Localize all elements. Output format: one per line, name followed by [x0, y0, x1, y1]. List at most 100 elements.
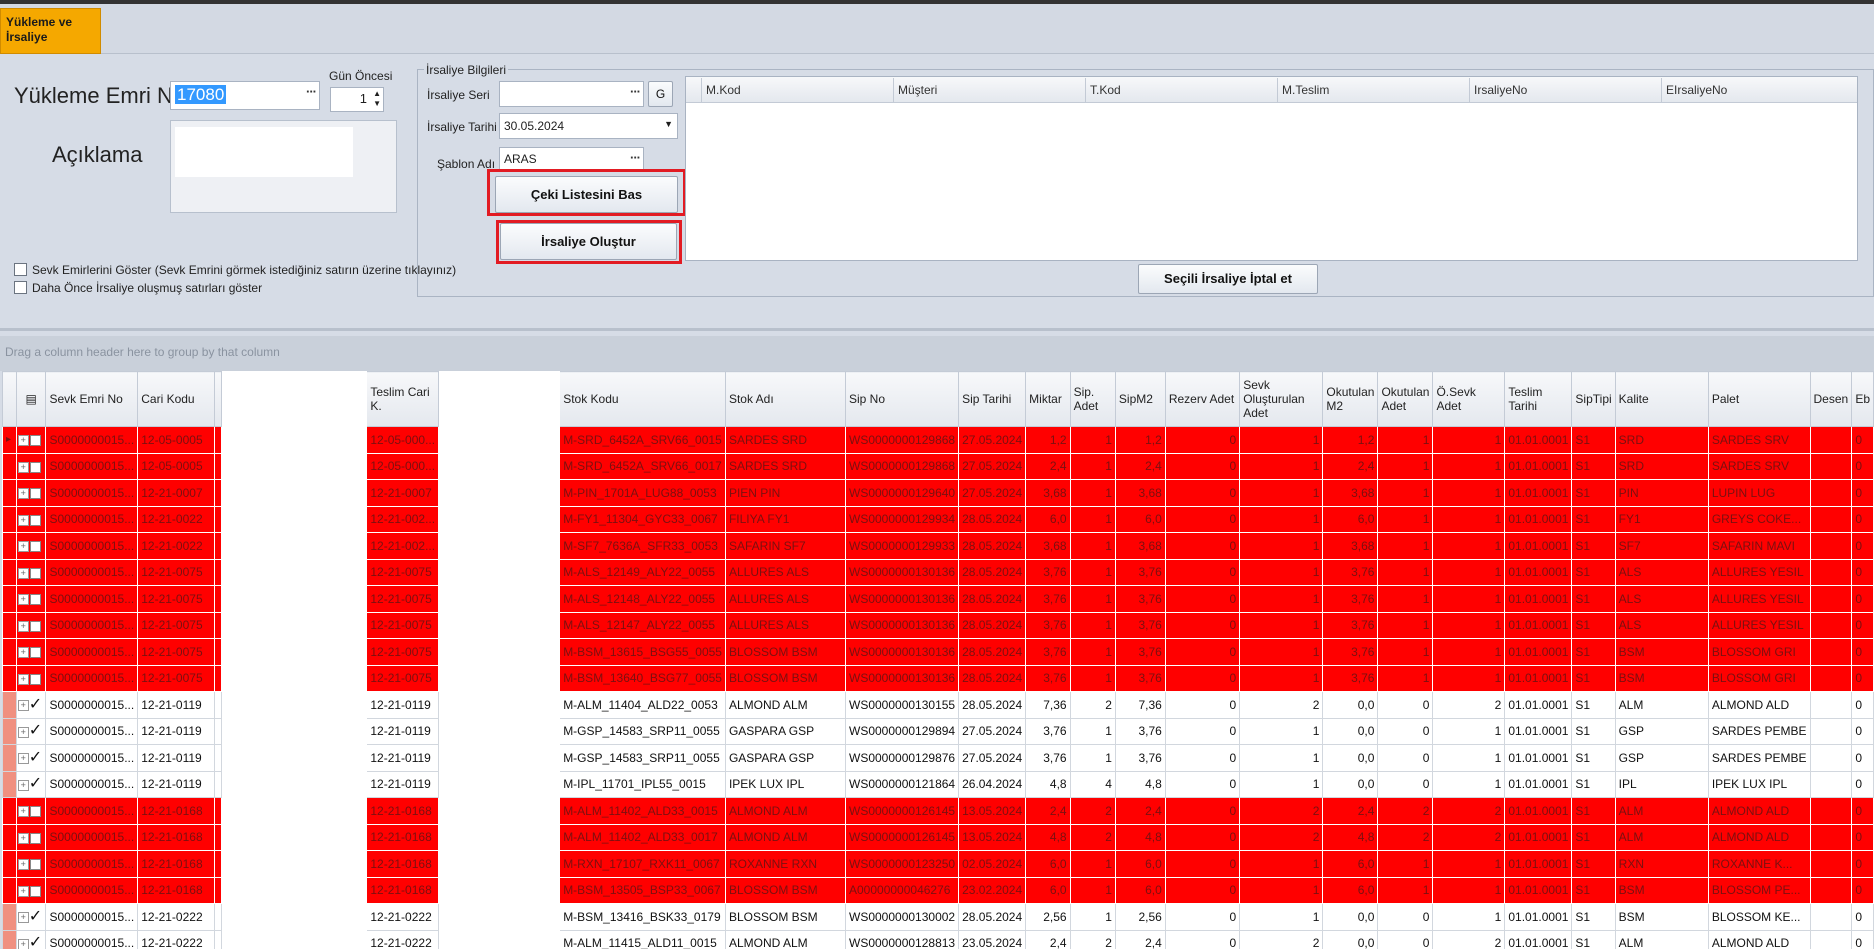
- table-row[interactable]: + ✓ S0000000015... 12-21-0222 12-21-0222 M-AL…: [2, 929, 1874, 949]
- col-okutulan-m2[interactable]: Okutulan M2: [1322, 371, 1379, 427]
- expand-icon[interactable]: +: [17, 647, 29, 659]
- row-checkbox[interactable]: [29, 832, 41, 844]
- expand-icon[interactable]: +: [17, 514, 29, 526]
- expand-icon[interactable]: +: [17, 700, 29, 712]
- row-indicator[interactable]: [2, 797, 17, 825]
- invoice-col-mteslim[interactable]: M.Teslim: [1277, 78, 1454, 102]
- checkmark-icon[interactable]: ✓: [29, 775, 42, 792]
- row-indicator[interactable]: [2, 558, 17, 586]
- col-cari-kodu[interactable]: Cari Kodu: [137, 371, 216, 427]
- row-checkbox[interactable]: [29, 647, 41, 659]
- row-checkbox[interactable]: [29, 620, 41, 632]
- cancel-invoice-button[interactable]: Seçili İrsaliye İptal et: [1138, 264, 1318, 294]
- row-checkbox[interactable]: [29, 435, 41, 447]
- dropdown-arrow-icon[interactable]: ▼: [664, 119, 673, 129]
- expand-icon[interactable]: +: [17, 753, 29, 765]
- row-indicator[interactable]: [2, 452, 17, 480]
- row-select-cell[interactable]: +: [15, 850, 47, 878]
- row-select-cell[interactable]: + ✓: [15, 770, 47, 798]
- row-indicator[interactable]: [2, 638, 17, 666]
- show-dispatch-checkbox[interactable]: [14, 263, 27, 276]
- col-eb[interactable]: Eb: [1851, 371, 1874, 427]
- table-row[interactable]: ▸ + S0000000015... 12-05-0005 12-05-000... M-…: [2, 426, 1874, 454]
- col-sip-no[interactable]: Sip No: [844, 371, 960, 427]
- row-checkbox[interactable]: [29, 514, 41, 526]
- row-indicator[interactable]: [2, 876, 17, 904]
- expand-icon[interactable]: +: [17, 435, 29, 447]
- table-row[interactable]: + S0000000015... 12-21-0075 12-21-0075 M-BSM…: [2, 638, 1874, 666]
- row-select-cell[interactable]: + ✓: [15, 903, 47, 931]
- table-row[interactable]: + S0000000015... 12-21-0168 12-21-0168 M-BSM…: [2, 876, 1874, 904]
- expand-icon[interactable]: +: [17, 567, 29, 579]
- load-order-input[interactable]: 17080 ···: [170, 81, 320, 110]
- col-sip-tarihi[interactable]: Sip Tarihi: [958, 371, 1027, 427]
- table-row[interactable]: + S0000000015... 12-05-0005 12-05-000... M-S…: [2, 452, 1874, 480]
- row-select-cell[interactable]: +: [15, 797, 47, 825]
- dispatch-grid[interactable]: ▤ Sevk Emri No Cari Kodu Teslim Cari K. …: [2, 371, 1874, 949]
- invoice-col-eirsaliyeno[interactable]: EIrsaliyeNo: [1661, 78, 1857, 102]
- row-select-cell[interactable]: +: [15, 638, 47, 666]
- table-row[interactable]: + S0000000015... 12-21-0075 12-21-0075 M-ALS…: [2, 611, 1874, 639]
- invoice-col-musteri[interactable]: Müşteri: [893, 78, 1070, 102]
- row-indicator[interactable]: [2, 664, 17, 692]
- table-row[interactable]: + ✓ S0000000015... 12-21-0119 12-21-0119 M-AL…: [2, 691, 1874, 719]
- table-row[interactable]: + S0000000015... 12-21-0168 12-21-0168 M-ALM…: [2, 823, 1874, 851]
- table-row[interactable]: + ✓ S0000000015... 12-21-0119 12-21-0119 M-IP…: [2, 770, 1874, 798]
- table-row[interactable]: + S0000000015... 12-21-0075 12-21-0075 M-BSM…: [2, 664, 1874, 692]
- show-previous-checkbox[interactable]: [14, 281, 27, 294]
- row-indicator[interactable]: [2, 823, 17, 851]
- table-row[interactable]: + ✓ S0000000015... 12-21-0119 12-21-0119 M-GS…: [2, 717, 1874, 745]
- description-textarea[interactable]: [170, 120, 397, 213]
- expand-icon[interactable]: +: [17, 885, 29, 897]
- expand-icon[interactable]: +: [17, 832, 29, 844]
- row-checkbox[interactable]: [29, 488, 41, 500]
- row-checkbox[interactable]: [29, 859, 41, 871]
- row-select-cell[interactable]: + ✓: [15, 691, 47, 719]
- row-indicator[interactable]: [2, 479, 17, 507]
- expand-icon[interactable]: +: [17, 859, 29, 871]
- table-row[interactable]: + S0000000015... 12-21-0022 12-21-002... M-S…: [2, 532, 1874, 560]
- row-indicator[interactable]: ▸: [2, 426, 17, 454]
- table-row[interactable]: + S0000000015... 12-21-0075 12-21-0075 M-ALS…: [2, 585, 1874, 613]
- g-button[interactable]: G: [648, 81, 673, 107]
- row-select-cell[interactable]: +: [15, 558, 47, 586]
- invoice-col-irsaliyeno[interactable]: IrsaliyeNo: [1469, 78, 1646, 102]
- row-indicator[interactable]: [2, 505, 17, 533]
- expand-icon[interactable]: +: [17, 938, 29, 949]
- row-indicator[interactable]: [2, 532, 17, 560]
- expand-icon[interactable]: +: [17, 912, 29, 924]
- spin-arrows-icon[interactable]: ▲ ▼: [373, 89, 381, 109]
- template-input[interactable]: ARAS ···: [499, 147, 644, 171]
- col-rezerv-adet[interactable]: Rezerv Adet: [1164, 371, 1241, 427]
- row-indicator[interactable]: [2, 691, 17, 719]
- col-siptipi[interactable]: SipTipi: [1571, 371, 1616, 427]
- expand-icon[interactable]: +: [17, 620, 29, 632]
- days-before-spinner[interactable]: 1 ▲ ▼: [330, 87, 384, 112]
- table-row[interactable]: + S0000000015... 12-21-0075 12-21-0075 M-ALS…: [2, 558, 1874, 586]
- col-sip-adet[interactable]: Sip. Adet: [1069, 371, 1116, 427]
- row-checkbox[interactable]: [29, 594, 41, 606]
- col-kalite[interactable]: Kalite: [1614, 371, 1709, 427]
- ellipsis-icon[interactable]: ···: [630, 84, 641, 99]
- row-select-cell[interactable]: +: [15, 452, 47, 480]
- row-select-cell[interactable]: +: [15, 664, 47, 692]
- col-desen[interactable]: Desen: [1809, 371, 1853, 427]
- row-indicator[interactable]: [2, 585, 17, 613]
- col-teslim-tarihi[interactable]: Teslim Tarihi: [1504, 371, 1573, 427]
- row-select-cell[interactable]: +: [15, 532, 47, 560]
- row-select-cell[interactable]: + ✓: [15, 717, 47, 745]
- row-checkbox[interactable]: [29, 806, 41, 818]
- series-input[interactable]: ···: [499, 81, 644, 107]
- row-indicator[interactable]: [2, 611, 17, 639]
- invoice-col-tkod[interactable]: T.Kod: [1085, 78, 1262, 102]
- grid-menu-icon[interactable]: ▤: [15, 371, 47, 427]
- col-okutulan-adet[interactable]: Okutulan Adet: [1377, 371, 1434, 427]
- group-panel[interactable]: Drag a column header here to group by th…: [0, 336, 1874, 371]
- table-row[interactable]: + S0000000015... 12-21-0168 12-21-0168 M-ALM…: [2, 797, 1874, 825]
- table-row[interactable]: + S0000000015... 12-21-0022 12-21-002... M-F…: [2, 505, 1874, 533]
- row-checkbox[interactable]: [29, 567, 41, 579]
- tab-yukleme-irsaliye[interactable]: Yükleme ve İrsaliye: [0, 8, 101, 54]
- expand-icon[interactable]: +: [17, 779, 29, 791]
- row-select-cell[interactable]: +: [15, 479, 47, 507]
- ellipsis-icon[interactable]: ···: [630, 150, 641, 165]
